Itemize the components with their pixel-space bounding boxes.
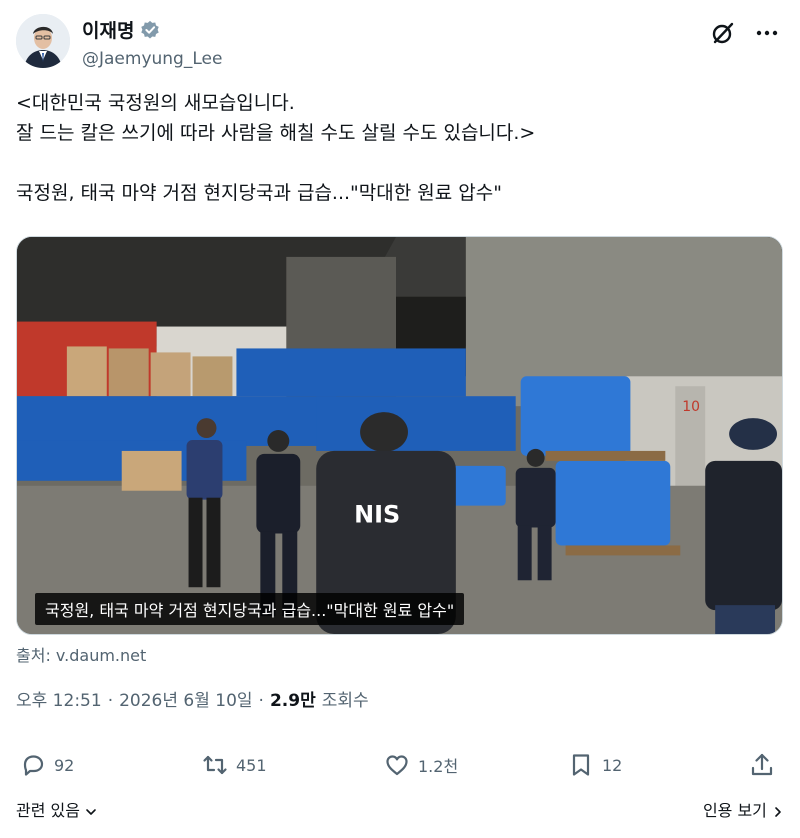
related-toggle[interactable]: 관련 있음 [16,797,97,821]
more-options-icon[interactable] [754,20,780,46]
related-label: 관련 있음 [16,801,80,820]
bookmark-count: 12 [602,755,623,775]
view-count-label: 조회수 [321,691,369,711]
profile-avatar[interactable] [16,14,70,68]
post-date[interactable]: 2026년 6월 10일 [119,686,252,711]
vest-nis-text: NIS [354,501,400,529]
reply-count: 92 [54,755,75,775]
text-gap [16,148,784,178]
tweet-text: <대한민국 국정원의 새모습입니다. 잘 드는 칼은 쓰기에 따라 사람을 해칠… [16,88,784,208]
repost-count: 451 [236,755,267,775]
share-button[interactable] [749,752,775,778]
like-count: 1.2천 [418,757,459,776]
bookmark-icon [572,754,590,776]
tweet-text-line-2: 잘 드는 칼은 쓰기에 따라 사람을 해칠 수도 살릴 수도 있습니다.> [16,122,536,144]
tweet-text-line-1: <대한민국 국정원의 새모습입니다. [16,92,295,114]
avatar-icon [16,14,70,68]
header-actions [710,20,780,46]
display-name[interactable]: 이재명 [82,16,134,43]
tweet-text-line-3: 국정원, 태국 마약 거점 현지당국과 급습..."막대한 원료 압수" [16,182,502,204]
media-caption: 국정원, 태국 마약 거점 현지당국과 급습..."막대한 원료 압수" [35,593,465,625]
post-time[interactable]: 오후 12:51 [16,686,102,711]
tweet-header: 이재명 @Jaemyung_Lee [16,14,784,70]
user-name-block: 이재명 @Jaemyung_Lee [82,16,222,69]
grok-icon[interactable] [710,20,736,46]
meta-separator: · [107,691,114,711]
door-number-text: 10 [682,399,700,415]
chevron-right-icon [775,806,781,817]
reply-button[interactable]: 92 [20,752,74,778]
view-quotes-label: 인용 보기 [702,801,767,820]
tweet-meta: 오후 12:51 · 2026년 6월 10일 · 2.9만 조회수 [16,686,369,711]
name-row: 이재명 [82,16,222,43]
share-icon [751,753,773,776]
tweet-media-image[interactable]: 10 NIS 국정원, 태국 마약 거점 현지당국과 급습..."막대한 원료 … [16,236,783,635]
user-handle[interactable]: @Jaemyung_Lee [82,49,222,69]
meta-separator-2: · [258,691,264,711]
like-button[interactable]: 1.2천 [384,752,458,778]
warehouse-photo: 10 NIS [17,237,782,634]
action-bar: 92 451 1.2천 12 [16,752,784,784]
link-source[interactable]: 출처: v.daum.net [16,642,146,666]
view-count: 2.9만 [269,691,316,711]
repost-icon [203,755,227,775]
verified-badge-icon[interactable] [140,20,160,40]
bookmark-button[interactable]: 12 [568,752,622,778]
chevron-down-icon [86,808,96,815]
repost-button[interactable]: 451 [202,752,267,778]
reply-icon [23,755,44,776]
heart-icon [386,755,408,776]
view-quotes-link[interactable]: 인용 보기 [703,797,784,821]
tweet-footer: 관련 있음 인용 보기 [16,797,784,821]
